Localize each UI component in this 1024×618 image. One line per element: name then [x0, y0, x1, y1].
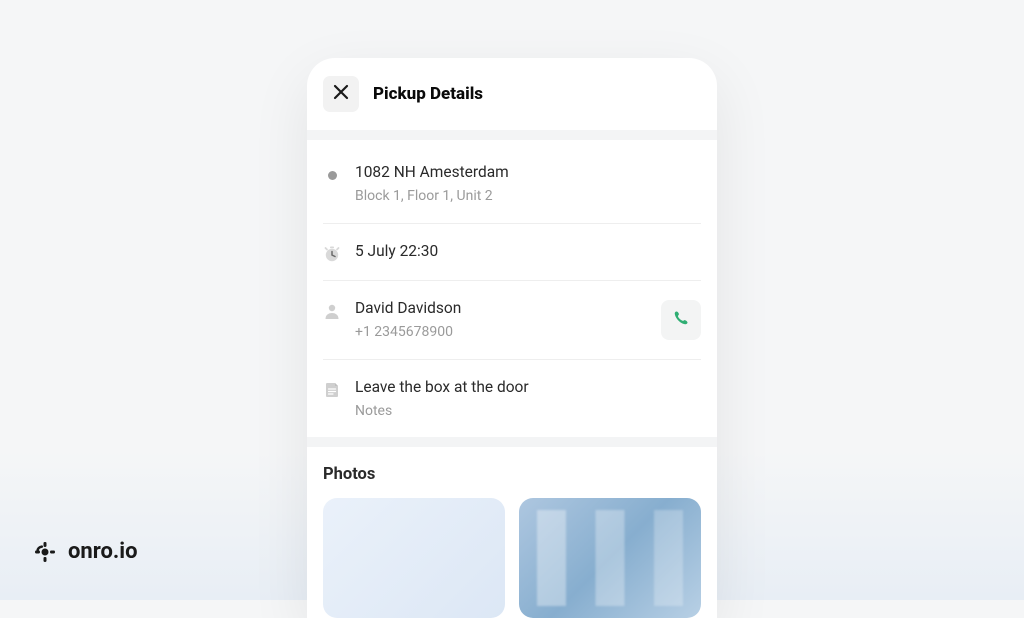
- contact-phone: +1 2345678900: [355, 323, 647, 342]
- details-list: 1082 NH Amesterdam Block 1, Floor 1, Uni…: [307, 140, 717, 437]
- brand-text: onro.io: [68, 539, 138, 564]
- phone-icon: [672, 309, 690, 331]
- notes-label: Notes: [355, 402, 701, 421]
- schedule-row: 5 July 22:30: [323, 224, 701, 281]
- header: Pickup Details: [307, 58, 717, 130]
- contact-name: David Davidson: [355, 298, 647, 319]
- person-icon: [323, 302, 341, 320]
- section-divider: [307, 437, 717, 447]
- address-line1: 1082 NH Amesterdam: [355, 162, 701, 183]
- globe-icon: [34, 541, 56, 563]
- photo-thumbnail[interactable]: [323, 498, 505, 618]
- notes-text: Leave the box at the door: [355, 377, 701, 398]
- contact-row: David Davidson +1 2345678900: [323, 281, 701, 360]
- photo-thumbnail[interactable]: [519, 498, 701, 618]
- photos-section-title: Photos: [307, 447, 717, 498]
- schedule-text: 5 July 22:30: [355, 241, 701, 262]
- section-divider: [307, 130, 717, 140]
- address-line2: Block 1, Floor 1, Unit 2: [355, 187, 701, 206]
- brand-watermark: onro.io: [34, 539, 138, 564]
- address-row: 1082 NH Amesterdam Block 1, Floor 1, Uni…: [323, 145, 701, 224]
- location-dot-icon: [323, 166, 341, 184]
- notes-row: Leave the box at the door Notes: [323, 360, 701, 438]
- close-button[interactable]: [323, 76, 359, 112]
- photos-row: [307, 498, 717, 618]
- note-icon: [323, 381, 341, 399]
- close-icon: [333, 84, 349, 104]
- clock-icon: [323, 245, 341, 263]
- call-button[interactable]: [661, 300, 701, 340]
- page-title: Pickup Details: [373, 84, 483, 104]
- pickup-details-card: Pickup Details 1082 NH Amesterdam Block …: [307, 58, 717, 618]
